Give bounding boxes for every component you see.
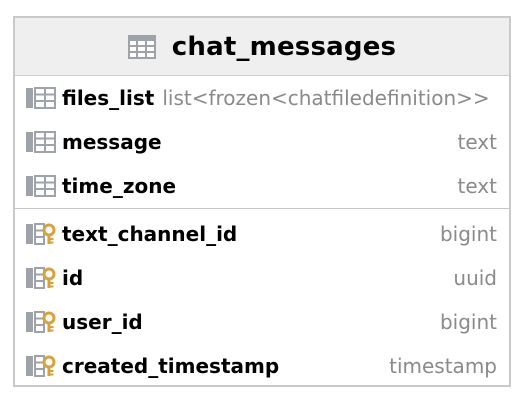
column-icon [26,131,56,153]
field-row-time-zone[interactable]: time_zone text [15,164,509,208]
field-name: time_zone [62,174,177,198]
key-name: user_id [62,310,143,334]
key-type: uuid [453,266,497,290]
key-type: bigint [439,222,497,246]
table-card: chat_messages files_list list<frozen<cha… [13,16,511,387]
field-type: list<frozen<chatfiledefinition>> [162,86,490,110]
column-icon [26,87,56,109]
field-row-message[interactable]: message text [15,120,509,164]
key-row-text-channel-id[interactable]: text_channel_id bigint [15,212,509,256]
key-row-user-id[interactable]: user_id bigint [15,300,509,344]
key-name: created_timestamp [62,354,280,378]
key-column-icon [26,355,56,377]
table-title: chat_messages [171,31,397,62]
table-icon [127,34,156,59]
key-name: text_channel_id [62,222,238,246]
key-column-icon [26,223,56,245]
fields-section: files_list list<frozen<chatfiledefinitio… [15,76,509,209]
keys-section: text_channel_id bigint id uuid user_id b… [15,212,509,388]
field-type: text [457,174,497,198]
table-header: chat_messages [15,18,509,76]
field-row-files-list[interactable]: files_list list<frozen<chatfiledefinitio… [15,76,509,120]
key-column-icon [26,267,56,289]
key-column-icon [26,311,56,333]
key-type: timestamp [389,354,497,378]
field-name: message [62,130,162,154]
key-name: id [62,266,84,290]
column-icon [26,175,56,197]
key-type: bigint [439,310,497,334]
key-row-created-timestamp[interactable]: created_timestamp timestamp [15,344,509,388]
field-type: text [457,130,497,154]
key-row-id[interactable]: id uuid [15,256,509,300]
field-name: files_list [62,86,155,110]
